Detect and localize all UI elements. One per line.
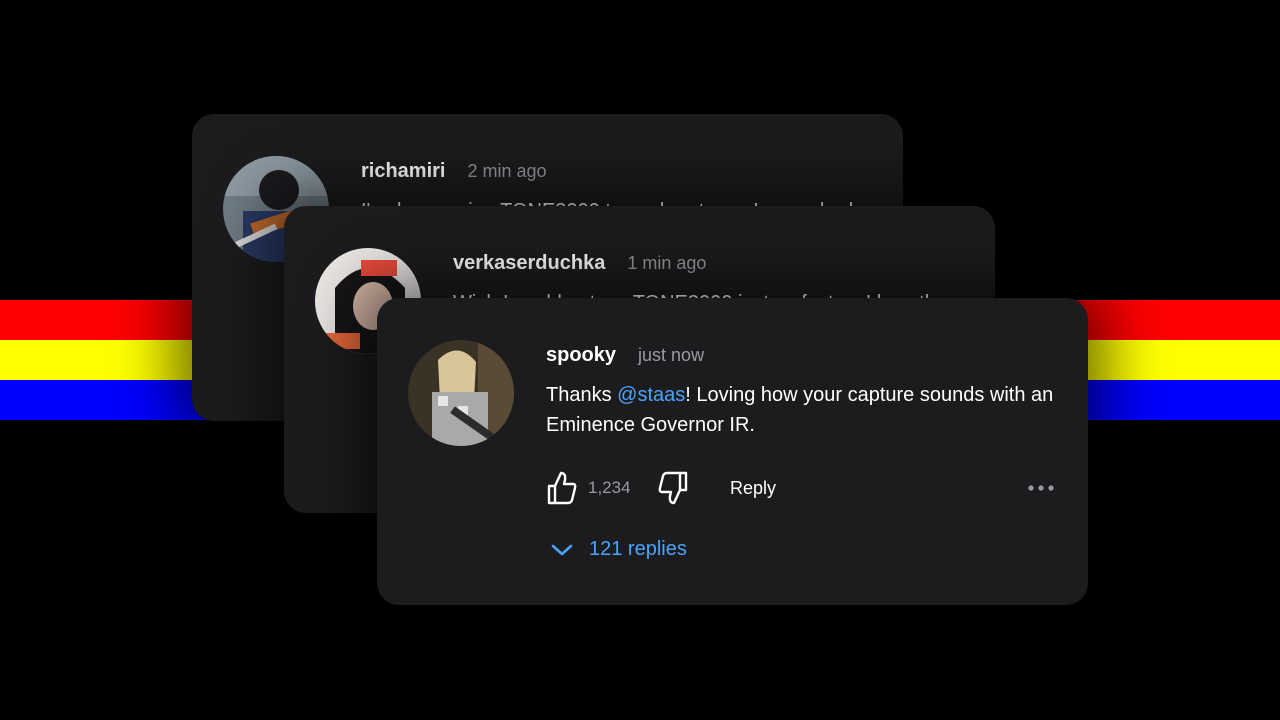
comment-card-spooky: spooky just now Thanks @staas! Loving ho…	[377, 298, 1088, 605]
timestamp: 1 min ago	[627, 253, 707, 273]
thumbs-down-icon	[658, 471, 688, 505]
dislike-button[interactable]	[657, 470, 689, 506]
replies-count: 121 replies	[589, 538, 687, 560]
comment-meta: verkaserduchka 1 min ago	[453, 252, 706, 275]
chevron-down-icon	[551, 544, 573, 555]
reply-button[interactable]: Reply	[730, 478, 776, 499]
avatar[interactable]	[408, 340, 514, 446]
comment-text-before: Thanks	[546, 384, 618, 406]
username[interactable]: verkaserduchka	[453, 252, 605, 275]
avatar-image	[408, 340, 514, 446]
like-count: 1,234	[588, 478, 631, 497]
stage: richamiri 2 min ago I've been using TONE…	[0, 0, 1280, 720]
timestamp: just now	[638, 345, 705, 365]
view-replies-button[interactable]: 121 replies	[551, 538, 687, 561]
username[interactable]: richamiri	[361, 160, 445, 183]
username[interactable]: spooky	[546, 344, 616, 367]
like-button[interactable]	[546, 470, 578, 506]
thumbs-up-icon	[547, 471, 577, 505]
comment-meta: spooky just now	[546, 344, 704, 367]
comment-text: Thanks @staas! Loving how your capture s…	[546, 380, 1066, 440]
mention-link[interactable]: @staas	[617, 384, 685, 406]
more-options-button[interactable]	[1026, 478, 1056, 498]
more-horizontal-icon	[1028, 485, 1054, 491]
comment-meta: richamiri 2 min ago	[361, 160, 547, 183]
comment-actions: 1,234 Reply	[546, 470, 1056, 506]
timestamp: 2 min ago	[467, 161, 547, 181]
